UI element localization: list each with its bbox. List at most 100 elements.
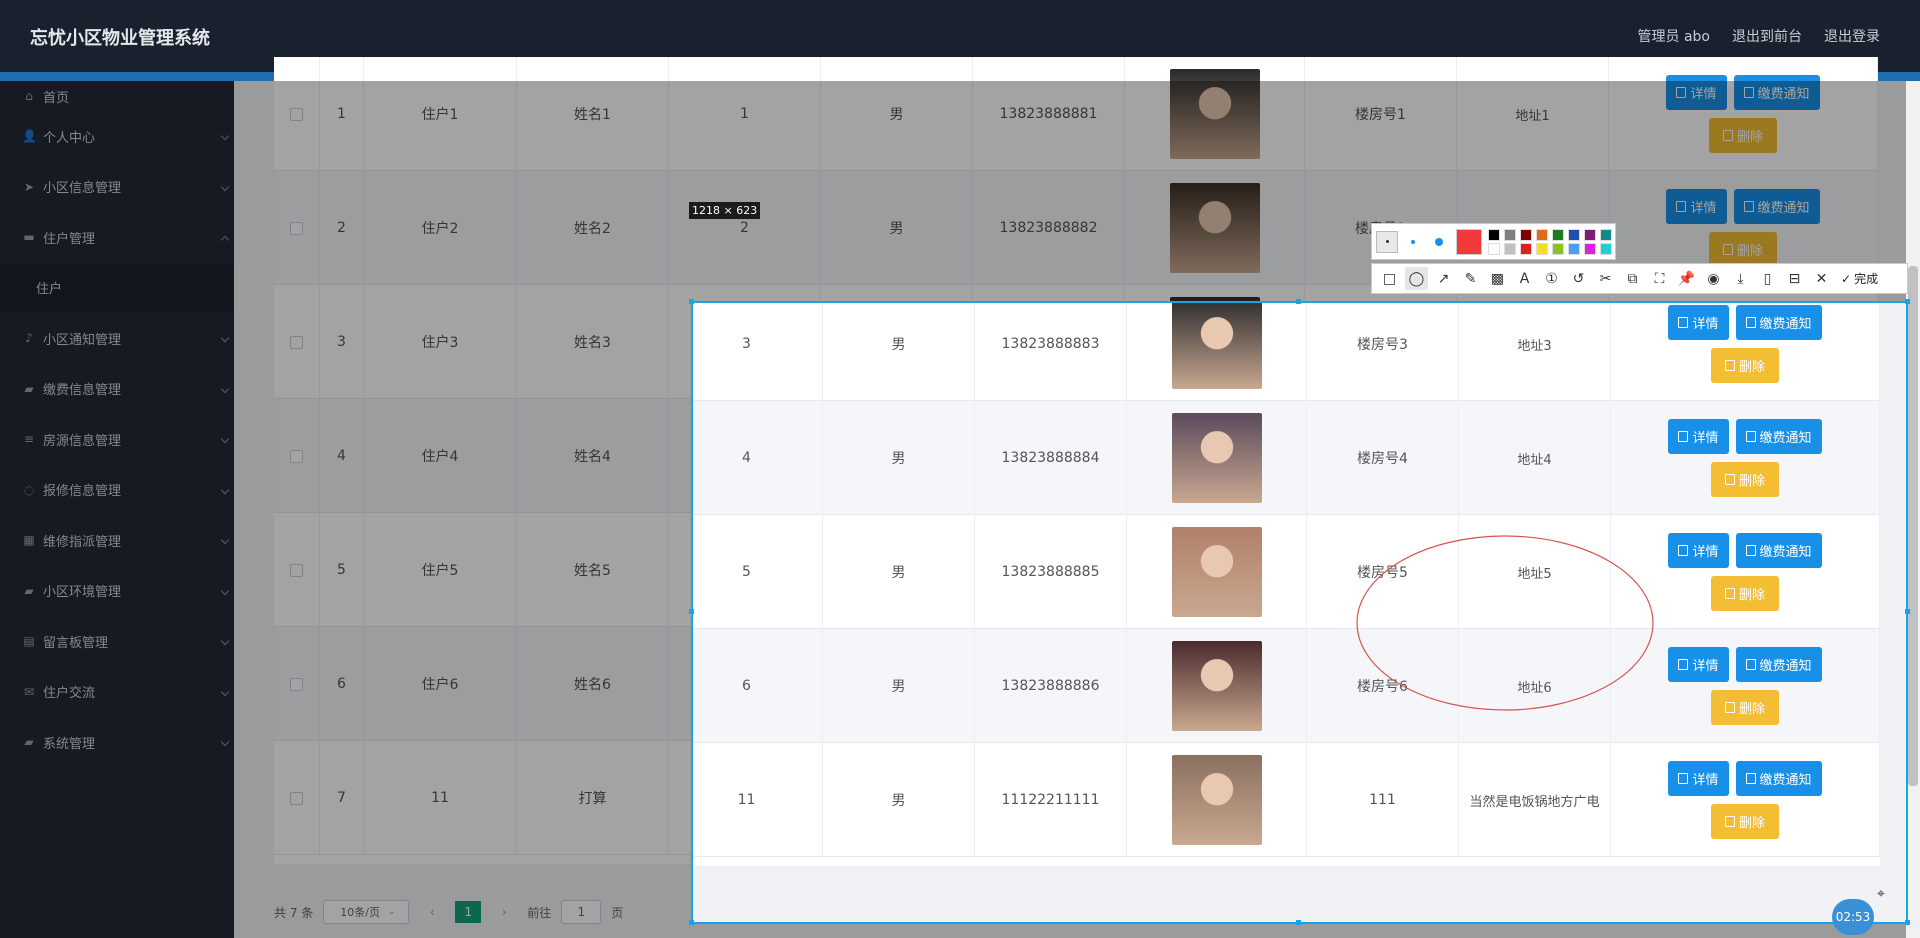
selected-color[interactable] (1456, 228, 1482, 255)
timer-badge: 02:53 (1832, 899, 1874, 935)
color-swatch[interactable] (1520, 228, 1532, 241)
size-medium-option[interactable] (1402, 231, 1424, 253)
ocr-icon[interactable]: ⧉ (1621, 267, 1644, 290)
sidebar-item-8[interactable]: ◌ 报修信息管理 (0, 465, 234, 516)
sidebar-item-12[interactable]: ✉ 住户交流 (0, 667, 234, 718)
size-small-option[interactable] (1376, 230, 1398, 253)
sidebar-item-6[interactable]: ▰ 缴费信息管理 (0, 364, 234, 415)
row-checkbox[interactable] (290, 107, 303, 121)
color-swatch[interactable] (1600, 228, 1612, 241)
row-checkbox[interactable] (290, 791, 303, 805)
sidebar-item-1[interactable]: 👤 个人中心 (0, 111, 234, 162)
detail-button[interactable]: 详情 (1666, 189, 1727, 224)
size-large-option[interactable] (1428, 231, 1450, 253)
sidebar-item-0[interactable]: ⌂ 首页 (0, 81, 234, 111)
cell-account: 住户3 (364, 285, 517, 399)
page-size-select[interactable]: 10条/页 ⌄ (323, 900, 410, 924)
row-checkbox[interactable] (290, 677, 303, 691)
sidebar-item-10[interactable]: ▰ 小区环境管理 (0, 566, 234, 617)
chevron-down-icon (220, 384, 230, 393)
chat-icon: ▰ (24, 735, 34, 750)
sidebar-item-3[interactable]: ▬ 住户管理 (0, 212, 234, 263)
mosaic-tool-icon[interactable]: ▩ (1486, 267, 1509, 290)
sidebar-item-11[interactable]: ▤ 留言板管理 (0, 616, 234, 667)
cell-text: 住户5 (421, 563, 459, 579)
cell-text: 姓名3 (574, 335, 611, 351)
color-swatch[interactable] (1568, 228, 1580, 241)
color-swatch[interactable] (1520, 242, 1532, 255)
sidebar-item-label: 维修指派管理 (43, 534, 122, 550)
capture-selection[interactable]: 1住户1姓名11男13823888881楼房号1地址1详情缴费通知删除2住户2姓… (691, 301, 1908, 924)
cell-phone: 13823888881 (973, 57, 1125, 171)
trash-icon (1722, 130, 1733, 141)
cell-text: 1 (337, 106, 346, 122)
table-row: 1 住户1 姓名1 1 男 13823888881 楼房号1 地址1 详情 缴费通知 删除 (274, 57, 1878, 171)
download-icon[interactable]: ⤓ (1729, 267, 1752, 290)
color-swatch[interactable] (1536, 228, 1548, 241)
cell-text: 住户6 (421, 677, 459, 693)
back-to-front-link[interactable]: 退出到前台 (1732, 26, 1802, 46)
arrow-tool-icon[interactable]: ↗ (1432, 267, 1455, 290)
color-swatch[interactable] (1584, 242, 1596, 255)
row-checkbox[interactable] (290, 221, 303, 235)
ellipse-tool-icon[interactable]: ◯ (1405, 267, 1428, 290)
goto-page-input[interactable]: 1 (561, 900, 602, 924)
payment-notice-button[interactable]: 缴费通知 (1733, 189, 1820, 224)
delete-button[interactable]: 删除 (1708, 232, 1777, 267)
scrollbar[interactable] (1906, 81, 1920, 938)
color-swatch[interactable] (1568, 242, 1580, 255)
row-checkbox[interactable] (290, 335, 303, 349)
color-swatch[interactable] (1600, 242, 1612, 255)
detail-button[interactable]: 详情 (1666, 75, 1727, 110)
sidebar-item-9[interactable]: ▦ 维修指派管理 (0, 515, 234, 566)
sidebar-item-13[interactable]: ▰ 系统管理 (0, 717, 234, 768)
annotation-layer (1356, 535, 1654, 711)
scan-icon[interactable]: ⛶ (1648, 267, 1671, 290)
rectangle-tool-icon[interactable]: □ (1378, 267, 1401, 290)
color-swatch[interactable] (1552, 242, 1564, 255)
cell-text: 5 (337, 562, 346, 578)
undo-icon[interactable]: ↺ (1567, 267, 1590, 290)
color-swatch[interactable] (1584, 228, 1596, 241)
row-checkbox[interactable] (290, 449, 303, 463)
color-swatch[interactable] (1536, 242, 1548, 255)
done-button[interactable]: ✓ 完成 (1837, 270, 1882, 287)
delete-button[interactable]: 删除 (1708, 118, 1777, 153)
sidebar-item-5[interactable]: ♪ 小区通知管理 (0, 313, 234, 364)
cell-name: 姓名4 (517, 399, 669, 513)
logout-link[interactable]: 退出登录 (1824, 26, 1880, 46)
sidebar-item-2[interactable]: ➤ 小区信息管理 (0, 162, 234, 213)
color-swatch[interactable] (1552, 228, 1564, 241)
next-page-button[interactable]: › (491, 901, 518, 923)
text-tool-icon[interactable]: A (1513, 267, 1536, 290)
payment-notice-button[interactable]: 缴费通知 (1733, 75, 1820, 110)
prev-page-button[interactable]: ‹ (419, 901, 446, 923)
number-tool-icon[interactable]: ① (1540, 267, 1563, 290)
sidebar-item-label: 个人中心 (43, 130, 96, 146)
scissors-icon[interactable]: ✂ (1594, 267, 1617, 290)
sidebar-item-4[interactable]: 住户 (0, 262, 234, 313)
sidebar-item-label: 缴费信息管理 (43, 383, 122, 399)
color-swatch[interactable] (1488, 242, 1500, 255)
sidebar-item-7[interactable]: ≡ 房源信息管理 (0, 414, 234, 465)
record-icon[interactable]: ◉ (1702, 267, 1725, 290)
cell-text: 6 (337, 676, 346, 692)
cell-text: 姓名4 (574, 449, 611, 465)
cell-text: 住户1 (421, 107, 459, 123)
cell-account: 住户1 (364, 57, 517, 171)
bookmark-icon[interactable]: ⊟ (1783, 267, 1806, 290)
scrollbar-thumb[interactable] (1908, 266, 1918, 786)
page-number-button[interactable]: 1 (455, 901, 482, 923)
row-checkbox[interactable] (290, 563, 303, 577)
phone-icon[interactable]: ▯ (1756, 267, 1779, 290)
cell-text: 7 (337, 790, 346, 806)
close-icon[interactable]: ✕ (1810, 267, 1833, 290)
color-swatch[interactable] (1504, 228, 1516, 241)
color-swatch[interactable] (1488, 228, 1500, 241)
cell-text: 13823888881 (999, 106, 1098, 122)
pencil-tool-icon[interactable]: ✎ (1459, 267, 1482, 290)
pin-icon[interactable]: 📌 (1675, 267, 1698, 290)
cell-account: 住户2 (364, 171, 517, 285)
cell-account: 住户4 (364, 399, 517, 513)
color-swatch[interactable] (1504, 242, 1516, 255)
